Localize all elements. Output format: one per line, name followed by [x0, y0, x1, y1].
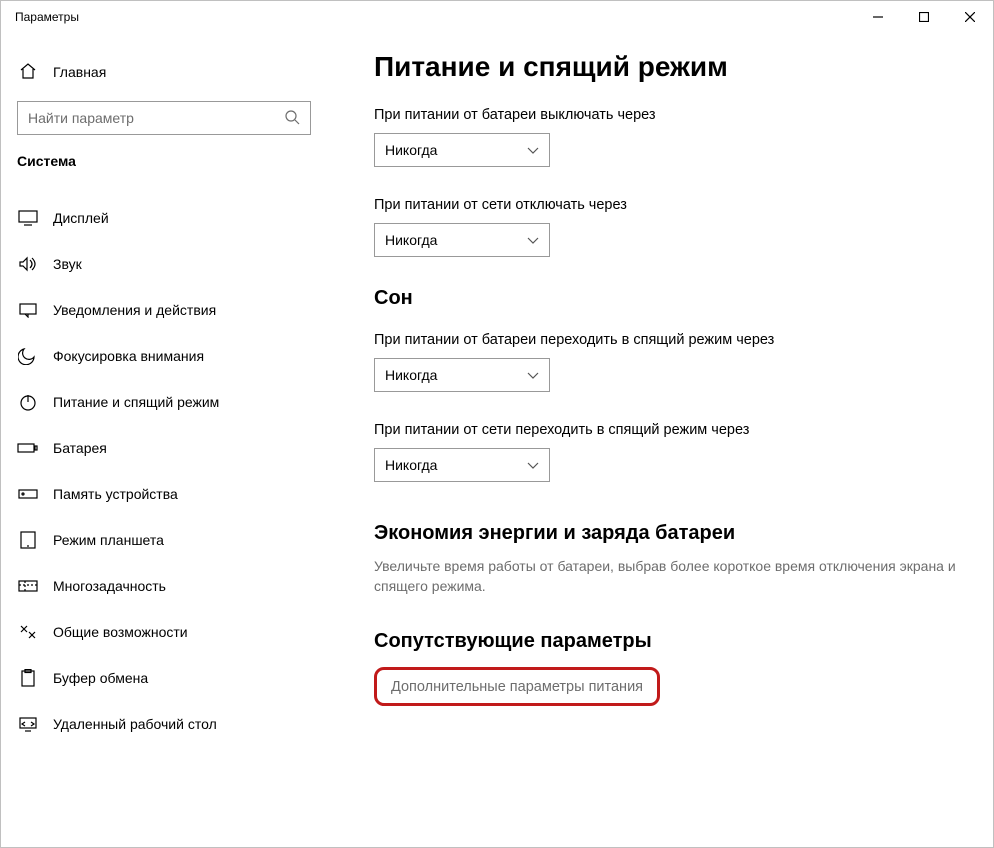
chevron-down-icon	[527, 457, 539, 473]
maximize-button[interactable]	[901, 1, 947, 33]
sidebar-item-label: Удаленный рабочий стол	[53, 716, 217, 732]
minimize-button[interactable]	[855, 1, 901, 33]
sleep-ac-dropdown[interactable]: Никогда	[374, 448, 550, 482]
sleep-battery-dropdown[interactable]: Никогда	[374, 358, 550, 392]
sidebar-item-label: Питание и спящий режим	[53, 394, 219, 410]
dropdown-value: Никогда	[385, 142, 527, 158]
chevron-down-icon	[527, 142, 539, 158]
screen-off-ac-label: При питании от сети отключать через	[374, 197, 963, 213]
focus-icon	[17, 347, 39, 365]
clipboard-icon	[17, 669, 39, 687]
close-button[interactable]	[947, 1, 993, 33]
sleep-ac-label: При питании от сети переходить в спящий …	[374, 422, 963, 438]
display-icon	[17, 210, 39, 226]
titlebar: Параметры	[1, 1, 993, 33]
dropdown-value: Никогда	[385, 367, 527, 383]
search-input[interactable]	[28, 110, 284, 126]
project-icon	[17, 623, 39, 641]
sidebar-item-label: Батарея	[53, 440, 107, 456]
sound-icon	[17, 256, 39, 272]
additional-power-settings-link[interactable]: Дополнительные параметры питания	[391, 679, 643, 695]
dropdown-value: Никогда	[385, 232, 527, 248]
notifications-icon	[17, 302, 39, 318]
search-icon	[284, 109, 300, 128]
sidebar-item-sound[interactable]: Звук	[1, 241, 346, 287]
related-link-highlight: Дополнительные параметры питания	[374, 667, 660, 706]
tablet-icon	[17, 531, 39, 549]
related-heading: Сопутствующие параметры	[374, 630, 963, 653]
sidebar-item-clipboard[interactable]: Буфер обмена	[1, 655, 346, 701]
sidebar-item-notifications[interactable]: Уведомления и действия	[1, 287, 346, 333]
energy-heading: Экономия энергии и заряда батареи	[374, 522, 963, 545]
power-icon	[17, 393, 39, 411]
category-label: Система	[1, 149, 346, 173]
sleep-heading: Сон	[374, 287, 963, 310]
screen-off-battery-dropdown[interactable]: Никогда	[374, 133, 550, 167]
dropdown-value: Никогда	[385, 457, 527, 473]
sidebar-item-label: Общие возможности	[53, 624, 188, 640]
sidebar-item-label: Звук	[53, 256, 82, 272]
sidebar-item-multitask[interactable]: Многозадачность	[1, 563, 346, 609]
sidebar-item-label: Дисплей	[53, 210, 109, 226]
sidebar-item-battery[interactable]: Батарея	[1, 425, 346, 471]
sleep-battery-label: При питании от батареи переходить в спящ…	[374, 332, 963, 348]
home-link[interactable]: Главная	[1, 53, 346, 91]
window-title: Параметры	[1, 10, 79, 24]
storage-icon	[17, 487, 39, 501]
sidebar: Главная Система Дисплей Звук Уведом	[1, 33, 346, 847]
remote-icon	[17, 716, 39, 733]
battery-icon	[17, 441, 39, 455]
sidebar-item-label: Фокусировка внимания	[53, 348, 204, 364]
sidebar-item-label: Многозадачность	[53, 578, 166, 594]
screen-off-battery-label: При питании от батареи выключать через	[374, 107, 963, 123]
chevron-down-icon	[527, 232, 539, 248]
sidebar-item-remote[interactable]: Удаленный рабочий стол	[1, 701, 346, 747]
screen-off-ac-dropdown[interactable]: Никогда	[374, 223, 550, 257]
sidebar-item-storage[interactable]: Память устройства	[1, 471, 346, 517]
sidebar-item-tablet[interactable]: Режим планшета	[1, 517, 346, 563]
sidebar-item-label: Уведомления и действия	[53, 302, 216, 318]
sidebar-item-project[interactable]: Общие возможности	[1, 609, 346, 655]
sidebar-item-label: Буфер обмена	[53, 670, 148, 686]
energy-hint: Увеличьте время работы от батареи, выбра…	[374, 557, 963, 596]
sidebar-item-label: Память устройства	[53, 486, 178, 502]
home-icon	[17, 62, 39, 80]
multitask-icon	[17, 578, 39, 594]
sidebar-item-display[interactable]: Дисплей	[1, 195, 346, 241]
sidebar-item-power[interactable]: Питание и спящий режим	[1, 379, 346, 425]
sidebar-item-focus[interactable]: Фокусировка внимания	[1, 333, 346, 379]
page-title: Питание и спящий режим	[374, 51, 963, 83]
home-label: Главная	[53, 64, 106, 80]
sidebar-item-label: Режим планшета	[53, 532, 164, 548]
search-box[interactable]	[17, 101, 311, 135]
main-content: Питание и спящий режим При питании от ба…	[346, 33, 993, 847]
chevron-down-icon	[527, 367, 539, 383]
